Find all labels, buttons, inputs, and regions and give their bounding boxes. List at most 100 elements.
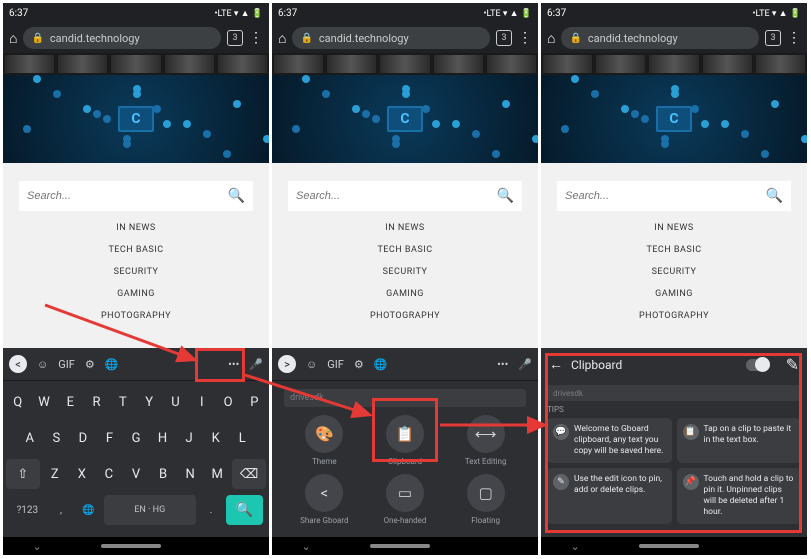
site-search[interactable]: 🔍 [557, 181, 791, 211]
settings-icon[interactable]: ⚙ [85, 358, 95, 371]
chevron-right-icon[interactable]: > [278, 355, 296, 373]
key[interactable]: Q [6, 387, 29, 417]
navbar-home-pill[interactable] [639, 544, 699, 548]
search-key[interactable]: 🔍 [226, 495, 263, 525]
back-arrow-icon[interactable]: ← [549, 356, 563, 373]
clip-card[interactable]: 📌Touch and hold a clip to pin it. Unpinn… [677, 468, 802, 524]
home-icon[interactable]: ⌂ [9, 30, 17, 47]
tool-floating[interactable]: ▢Floating [447, 474, 524, 525]
tool-text-editing[interactable]: ⟷Text Editing [447, 415, 524, 466]
nav-item[interactable]: IN NEWS [116, 223, 155, 233]
key[interactable]: V [124, 459, 148, 489]
sticker-icon[interactable]: ☺ [37, 358, 48, 371]
key[interactable]: C [97, 459, 121, 489]
key[interactable]: B [151, 459, 175, 489]
search-icon[interactable]: 🔍 [497, 188, 514, 204]
key[interactable]: D [71, 423, 95, 453]
nav-item[interactable]: TECH BASIC [646, 245, 701, 255]
home-icon[interactable]: ⌂ [278, 30, 286, 47]
navbar-chevron-icon[interactable]: ⌄ [570, 540, 579, 553]
nav-item[interactable]: IN NEWS [654, 223, 693, 233]
key[interactable]: O [216, 387, 239, 417]
key[interactable]: E [59, 387, 82, 417]
key[interactable]: U [164, 387, 187, 417]
key[interactable]: Y [138, 387, 161, 417]
gif-button[interactable]: GIF [327, 358, 344, 371]
clip-card[interactable]: 📋Tap on a clip to paste it in the text b… [677, 418, 802, 463]
navbar-chevron-icon[interactable]: ⌄ [301, 540, 310, 553]
browser-menu-icon[interactable]: ⋮ [249, 30, 263, 46]
translate-icon[interactable]: 🌐 [374, 358, 388, 371]
site-search[interactable]: 🔍 [19, 181, 253, 211]
key[interactable]: W [32, 387, 55, 417]
gif-button[interactable]: GIF [58, 358, 75, 371]
backspace-key[interactable]: ⌫ [232, 459, 266, 489]
sticker-icon[interactable]: ☺ [306, 358, 317, 371]
tool-one-handed[interactable]: ▭One-handed [367, 474, 444, 525]
edit-icon[interactable]: ✎ [786, 355, 799, 374]
key[interactable]: A [18, 423, 42, 453]
key[interactable]: H [151, 423, 175, 453]
search-input[interactable] [27, 190, 228, 202]
address-bar[interactable]: 🔒candid.technology [561, 27, 759, 49]
key[interactable]: L [230, 423, 254, 453]
clip-card[interactable]: 💬Welcome to Gboard clipboard, any text y… [547, 418, 672, 463]
key[interactable]: Z [43, 459, 67, 489]
nav-item[interactable]: IN NEWS [385, 223, 424, 233]
tab-count[interactable]: 3 [227, 30, 243, 46]
nav-item[interactable]: GAMING [117, 289, 155, 299]
nav-item[interactable]: PHOTOGRAPHY [370, 311, 440, 321]
key[interactable]: P [243, 387, 266, 417]
key[interactable]: T [111, 387, 134, 417]
search-icon[interactable]: 🔍 [766, 188, 783, 204]
key[interactable]: I [190, 387, 213, 417]
nav-item[interactable]: SECURITY [652, 267, 697, 277]
key[interactable]: G [124, 423, 148, 453]
settings-icon[interactable]: ⚙ [354, 358, 364, 371]
comma-key[interactable]: , [49, 495, 74, 525]
nav-item[interactable]: GAMING [386, 289, 424, 299]
nav-item[interactable]: TECH BASIC [108, 245, 163, 255]
more-icon[interactable]: ••• [228, 358, 239, 371]
navbar-home-pill[interactable] [370, 544, 430, 548]
site-search[interactable]: 🔍 [288, 181, 522, 211]
period-key[interactable]: . [199, 495, 224, 525]
key[interactable]: K [204, 423, 228, 453]
nav-item[interactable]: SECURITY [114, 267, 159, 277]
search-icon[interactable]: 🔍 [228, 188, 245, 204]
mic-icon[interactable]: 🎤 [249, 358, 263, 371]
nav-item[interactable]: GAMING [655, 289, 693, 299]
nav-item[interactable]: PHOTOGRAPHY [101, 311, 171, 321]
browser-menu-icon[interactable]: ⋮ [787, 30, 801, 46]
key[interactable]: N [178, 459, 202, 489]
navbar-home-pill[interactable] [101, 544, 161, 548]
suggestion-bar[interactable]: drivesdk [284, 389, 526, 407]
key[interactable]: J [177, 423, 201, 453]
nav-item[interactable]: TECH BASIC [377, 245, 432, 255]
nav-item[interactable]: SECURITY [383, 267, 428, 277]
tab-count[interactable]: 3 [765, 30, 781, 46]
tool-share[interactable]: <Share Gboard [286, 474, 363, 525]
navbar-chevron-icon[interactable]: ⌄ [32, 540, 41, 553]
globe-key[interactable]: 🌐 [76, 495, 101, 525]
tool-clipboard[interactable]: 📋Clipboard [367, 415, 444, 466]
key[interactable]: F [98, 423, 122, 453]
nav-item[interactable]: PHOTOGRAPHY [639, 311, 709, 321]
translate-icon[interactable]: 🌐 [105, 358, 119, 371]
shift-key[interactable]: ⇧ [6, 459, 40, 489]
address-bar[interactable]: 🔒 candid.technology [23, 27, 221, 49]
symbols-key[interactable]: ?123 [9, 495, 46, 525]
chevron-left-icon[interactable]: < [9, 355, 27, 373]
spacebar[interactable]: EN · HG [104, 495, 196, 525]
clipboard-toggle[interactable] [746, 359, 770, 371]
key[interactable]: R [85, 387, 108, 417]
more-icon[interactable]: ••• [497, 358, 508, 371]
key[interactable]: X [70, 459, 94, 489]
key[interactable]: M [205, 459, 229, 489]
home-icon[interactable]: ⌂ [547, 30, 555, 47]
key[interactable]: S [45, 423, 69, 453]
address-bar[interactable]: 🔒candid.technology [292, 27, 490, 49]
mic-icon[interactable]: 🎤 [518, 358, 532, 371]
browser-menu-icon[interactable]: ⋮ [518, 30, 532, 46]
clip-card[interactable]: ✎Use the edit icon to pin, add or delete… [547, 468, 672, 524]
